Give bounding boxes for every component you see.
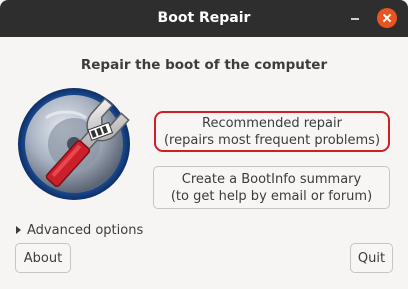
recommended-repair-label: Recommended repair xyxy=(202,115,342,131)
boot-repair-logo xyxy=(18,88,130,200)
advanced-options-expander[interactable]: Advanced options xyxy=(16,221,143,239)
recommended-repair-button[interactable]: Recommended repair (repairs most frequen… xyxy=(154,111,390,152)
title-bar: Boot Repair xyxy=(0,0,408,37)
bootinfo-sublabel: (to get help by email or forum) xyxy=(170,188,373,204)
advanced-options-label: Advanced options xyxy=(27,222,144,238)
quit-button[interactable]: Quit xyxy=(350,243,393,273)
bootinfo-label: Create a BootInfo summary xyxy=(181,171,362,187)
close-button[interactable] xyxy=(377,8,397,28)
page-heading: Repair the boot of the computer xyxy=(80,57,328,73)
minimize-button[interactable] xyxy=(345,8,365,28)
about-button[interactable]: About xyxy=(15,243,71,273)
expander-arrow-icon xyxy=(16,226,21,234)
boot-repair-window: Boot Repair Repair the boot of the compu… xyxy=(0,0,408,289)
create-bootinfo-button[interactable]: Create a BootInfo summary (to get help b… xyxy=(153,166,390,209)
recommended-repair-sublabel: (repairs most frequent problems) xyxy=(163,132,381,148)
